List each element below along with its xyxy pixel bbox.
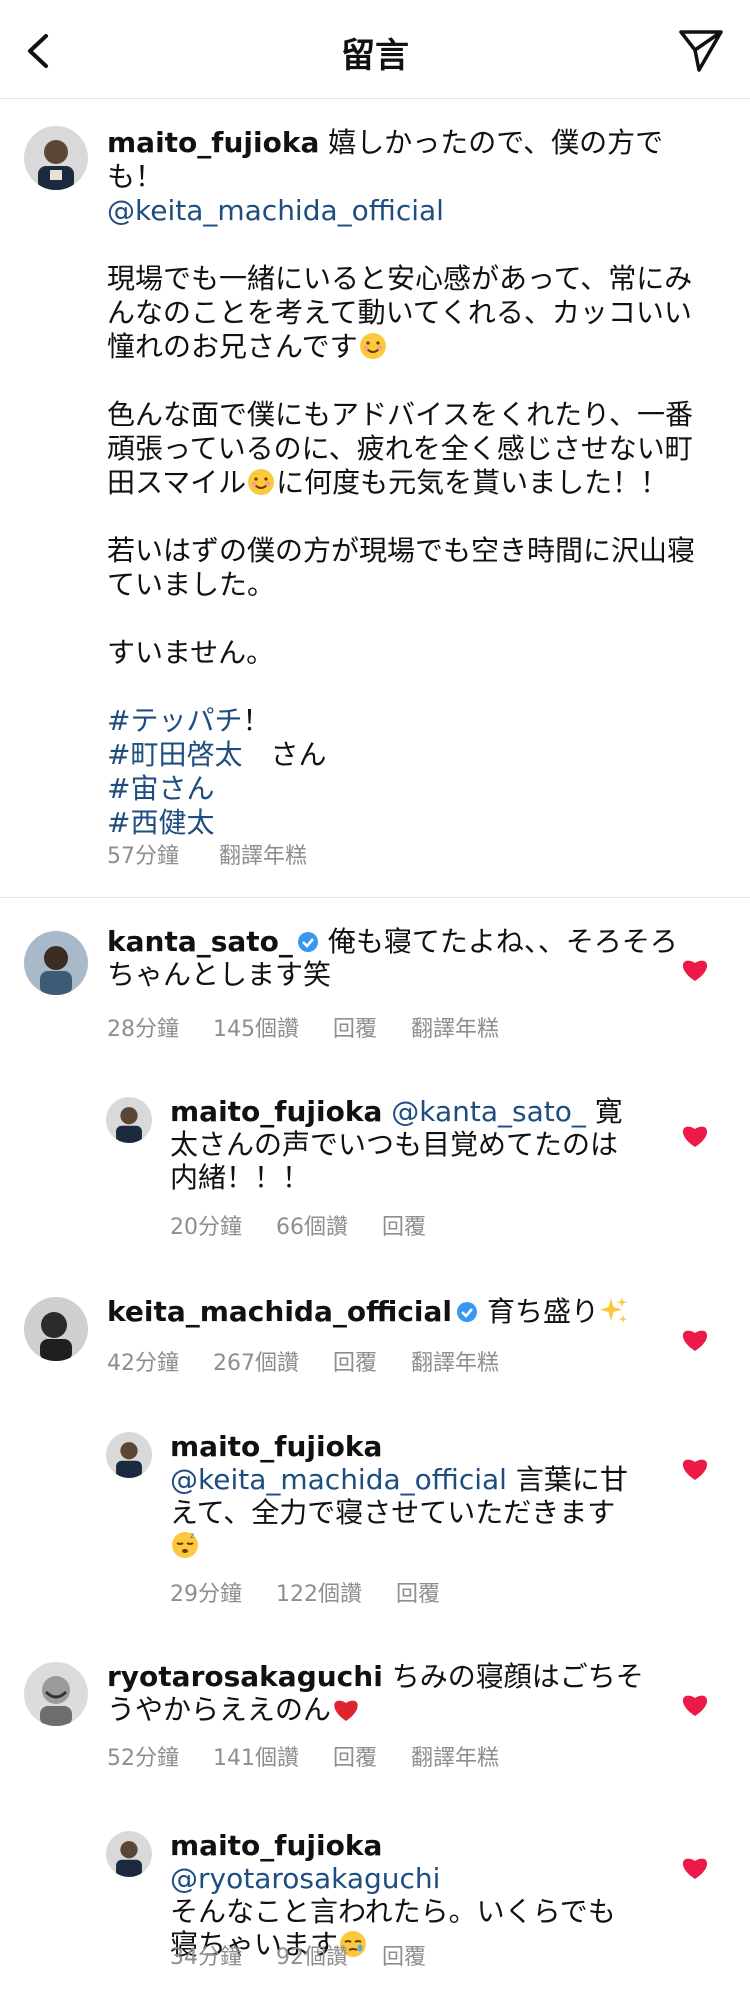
comment: ryotarosakaguchi ちみの寝顔はごちそうやからええのん 52分鐘 1… [0,1660,750,1800]
comment-likes[interactable]: 145個讚 [213,1017,299,1042]
comment-reply: maito_fujioka @keita_machida_official 言葉… [0,1430,750,1610]
reply-button[interactable]: 回覆 [333,1746,377,1771]
avatar[interactable] [106,1831,152,1877]
comment: keita_machida_official 育ち盛り 42分鐘 267個讚 回覆 翻… [0,1295,750,1405]
comment-translate-link[interactable]: 翻譯年糕 [411,1017,499,1042]
hashtag-1-suffix: ！ [242,704,271,737]
send-icon[interactable] [674,24,728,78]
comment-time: 29分鐘 [170,1582,242,1607]
avatar[interactable] [106,1432,152,1478]
comment-text: 育ち盛り [486,1295,599,1328]
avatar[interactable] [24,931,88,995]
hashtag-sora-san[interactable]: #宙さん [107,772,214,805]
heart-icon[interactable] [680,1853,710,1881]
comment-likes[interactable]: 267個讚 [213,1351,299,1376]
comment-meta: 34分鐘 92個讚 回覆 [170,1939,460,1971]
comment-meta: 42分鐘 267個讚 回覆 翻譯年糕 [107,1345,533,1377]
comment-time: 42分鐘 [107,1351,179,1376]
comment: kanta_sato_ 俺も寝てたよね、、そろそろちゃんとします笑 28分鐘 14… [0,925,750,1065]
hashtag-nishi-kenta[interactable]: #西健太 [107,806,214,839]
comment-username[interactable]: maito_fujioka [170,1430,382,1463]
comment-meta: 29分鐘 122個讚 回覆 [170,1576,474,1608]
comment-meta: 52分鐘 141個讚 回覆 翻譯年糕 [107,1740,533,1772]
caption-paragraph-4: すいません。 [107,636,275,669]
comment-mention[interactable]: @ryotarosakaguchi [170,1862,440,1895]
comment-time: 20分鐘 [170,1215,242,1240]
verified-badge-icon [457,1302,478,1322]
comment-likes[interactable]: 141個讚 [213,1746,299,1771]
comment-meta: 20分鐘 66個讚 回覆 [170,1209,460,1241]
top-bar: 留言 [0,0,750,99]
comment-likes[interactable]: 66個讚 [276,1215,348,1240]
reply-button[interactable]: 回覆 [333,1017,377,1042]
post-meta: 57分鐘 翻譯年糕 [107,838,341,870]
comment-username[interactable]: ryotarosakaguchi [107,1660,383,1693]
comment-likes[interactable]: 122個讚 [276,1582,362,1607]
sparkles-icon [599,1297,627,1323]
comment-reply: maito_fujioka @kanta_sato_ 寛太さんの声でいつも目覚め… [0,1095,750,1245]
reply-button[interactable]: 回覆 [382,1215,426,1240]
avatar[interactable] [24,126,88,190]
smiling-emoji-icon [359,333,386,359]
red-heart-emoji-icon [334,1700,358,1721]
comment-mention[interactable]: @keita_machida_official [170,1463,507,1496]
caption-text: maito_fujioka 嬉しかったので、僕の方でも！ @keita_mach… [107,126,715,840]
comment-username[interactable]: kanta_sato_ [107,925,293,958]
hashtag-machida-keita[interactable]: #町田啓太 [107,738,242,771]
avatar[interactable] [106,1097,152,1143]
smiling-emoji-icon [248,469,275,495]
reply-button[interactable]: 回覆 [382,1945,426,1970]
comment-likes[interactable]: 92個讚 [276,1945,348,1970]
heart-icon[interactable] [680,1121,710,1149]
comment-username[interactable]: maito_fujioka [170,1095,382,1128]
sleeping-face-emoji-icon: z [172,1531,198,1558]
post-translate-link[interactable]: 翻譯年糕 [219,844,307,869]
comment-username[interactable]: keita_machida_official [107,1295,452,1328]
heart-icon[interactable] [680,1454,710,1482]
comment-translate-link[interactable]: 翻譯年糕 [411,1746,499,1771]
avatar[interactable] [24,1297,88,1361]
caption-paragraph-3: 若いはずの僕の方が現場でも空き時間に沢山寝ていました。 [107,534,696,601]
comment-time: 28分鐘 [107,1017,179,1042]
comment-meta: 28分鐘 145個讚 回覆 翻譯年糕 [107,1011,533,1043]
caption-paragraph-2b: に何度も元気を貰いました！！ [276,466,669,499]
comment-translate-link[interactable]: 翻譯年糕 [411,1351,499,1376]
reply-button[interactable]: 回覆 [333,1351,377,1376]
comment-username[interactable]: maito_fujioka [170,1829,382,1862]
caption-paragraph-1: 現場でも一緒にいると安心感があって、常にみんなのことを考えて動いてくれる、カッコ… [107,262,693,363]
caption-mention[interactable]: @keita_machida_official [107,194,444,227]
comment-reply: maito_fujioka @ryotarosakaguchi そんなこと言われ… [0,1829,750,1999]
caption-divider [0,897,750,898]
reply-button[interactable]: 回覆 [396,1582,440,1607]
heart-icon[interactable] [680,1325,710,1353]
verified-badge-icon [297,932,318,952]
post-time: 57分鐘 [107,844,179,869]
comment-mention[interactable]: @kanta_sato_ [391,1095,586,1128]
svg-text:z: z [190,1531,194,1540]
comment-time: 52分鐘 [107,1746,179,1771]
post-username[interactable]: maito_fujioka [107,126,319,159]
heart-icon[interactable] [680,1690,710,1718]
page-title: 留言 [341,36,409,76]
hashtag-teppachi[interactable]: #テッパチ [107,704,242,737]
hashtag-2-suffix: さん [270,738,327,771]
comment-time: 34分鐘 [170,1945,242,1970]
avatar[interactable] [24,1662,88,1726]
heart-icon[interactable] [680,955,710,983]
